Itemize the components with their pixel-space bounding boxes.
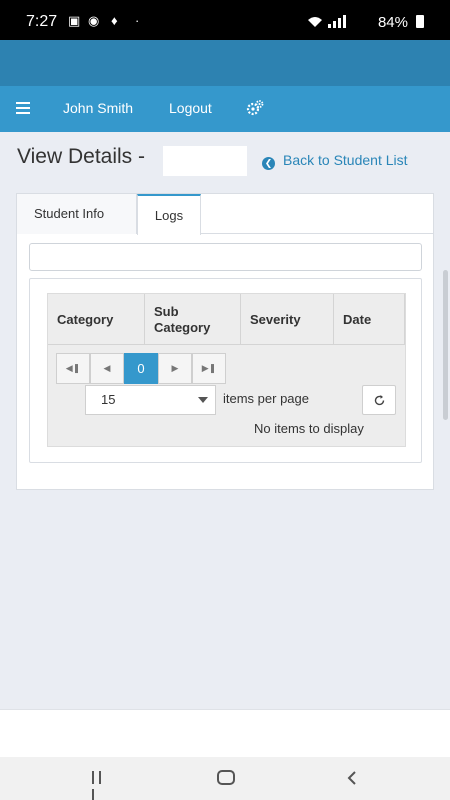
next-page-button[interactable]: ▶	[158, 353, 192, 384]
grid-header: Category Sub Category Severity Date	[48, 294, 405, 345]
page-size-select[interactable]: 15	[85, 385, 216, 415]
status-time: 7:27	[26, 13, 58, 30]
image-notification-icon: ▣	[68, 13, 81, 28]
bell-notification-icon: ♦	[111, 13, 118, 28]
page-size-value: 15	[101, 392, 116, 407]
refresh-icon	[374, 394, 384, 405]
details-panel: Student Info Logs Category Sub Category …	[16, 193, 434, 490]
first-page-button[interactable]: ◀❚	[56, 353, 90, 384]
back-icon[interactable]	[345, 770, 359, 786]
column-header-date[interactable]: Date	[334, 294, 405, 345]
gears-settings-icon[interactable]	[246, 99, 264, 117]
nav-bar: John Smith Logout	[0, 86, 450, 132]
more-notifications-icon: ·	[135, 13, 140, 28]
logout-link[interactable]: Logout	[169, 100, 212, 116]
current-page-button[interactable]: 0	[124, 353, 158, 384]
tab-logs[interactable]: Logs	[137, 194, 201, 235]
hamburger-menu-icon[interactable]	[16, 102, 30, 114]
previous-page-button[interactable]: ◀	[90, 353, 124, 384]
app-header-banner	[0, 40, 450, 86]
sub-category-label: Sub Category	[154, 303, 211, 335]
refresh-button[interactable]	[362, 385, 396, 415]
recent-apps-icon[interactable]	[92, 771, 110, 800]
chevron-down-icon	[198, 397, 208, 403]
user-name-link[interactable]: John Smith	[63, 100, 133, 116]
logs-filter-input[interactable]	[29, 243, 422, 271]
column-header-severity[interactable]: Severity	[241, 294, 334, 345]
logs-grid-container: Category Sub Category Severity Date ◀❚ ◀…	[29, 278, 422, 463]
arrow-left-circle-icon: ❮	[262, 157, 275, 170]
sync-notification-icon: ◉	[88, 13, 100, 28]
logs-grid: Category Sub Category Severity Date ◀❚ ◀…	[47, 293, 406, 447]
back-link-label: Back to Student List	[283, 152, 408, 168]
items-per-page-label: items per page	[223, 391, 309, 406]
back-to-student-list-link[interactable]: ❮ Back to Student List	[262, 152, 408, 170]
android-nav-bar	[0, 757, 450, 800]
battery-percent: 84%	[377, 14, 408, 31]
student-name-placeholder	[163, 146, 247, 176]
column-header-sub-category[interactable]: Sub Category	[145, 294, 241, 345]
column-header-category[interactable]: Category	[48, 294, 145, 345]
battery-icon	[416, 15, 424, 28]
scrollbar[interactable]	[443, 270, 448, 420]
tab-student-info[interactable]: Student Info	[17, 194, 137, 234]
status-bar: 7:27 ▣ ◉ ♦ · 84%	[0, 0, 450, 40]
wifi-signal-icon	[308, 15, 346, 28]
page-footer	[0, 709, 450, 757]
home-icon[interactable]	[217, 770, 235, 785]
page-title: View Details -	[17, 145, 145, 168]
tabs-row: Student Info Logs	[17, 194, 433, 235]
last-page-button[interactable]: ▶❚	[192, 353, 226, 384]
empty-grid-message: No items to display	[254, 421, 364, 436]
